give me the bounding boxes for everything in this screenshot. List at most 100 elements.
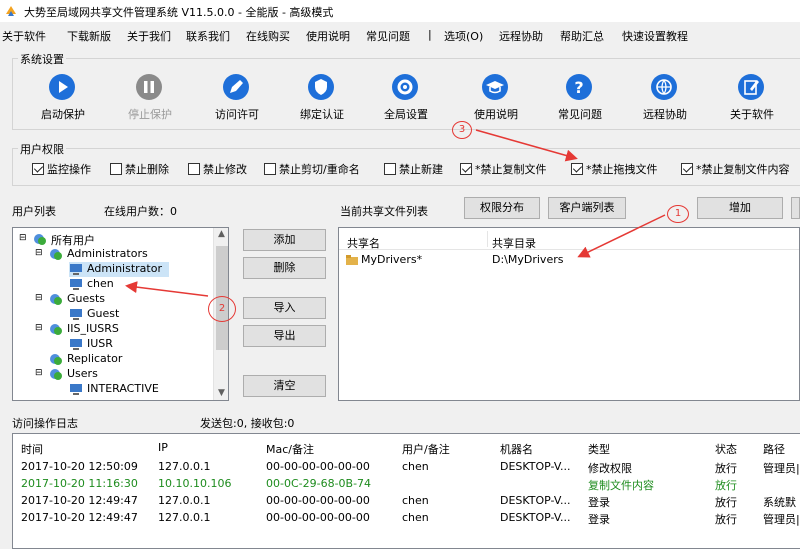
column-machine[interactable]: 机器名 xyxy=(500,441,533,457)
share-more-button[interactable] xyxy=(791,197,800,219)
menu-item-contact[interactable]: 联系我们 xyxy=(186,28,230,44)
menu-item-about-software[interactable]: 关于软件 xyxy=(2,28,46,44)
add-share-button[interactable]: 增加 xyxy=(697,197,783,219)
column-share-name[interactable]: 共享名 xyxy=(347,235,380,251)
tree-node-label: Replicator xyxy=(67,352,123,365)
clear-button[interactable]: 清空 xyxy=(243,375,326,397)
add-user-button[interactable]: 添加 xyxy=(243,229,326,251)
about-software-button[interactable]: 关于软件 xyxy=(712,70,792,126)
menu-item-options[interactable]: 选项(O) xyxy=(444,28,483,44)
checkbox-box[interactable] xyxy=(384,163,396,175)
user-icon xyxy=(70,309,82,320)
perm-no-create-checkbox[interactable]: 禁止新建 xyxy=(384,161,443,177)
checkbox-box[interactable] xyxy=(188,163,200,175)
tree-node-administrator[interactable]: Administrator xyxy=(69,262,169,277)
log-row[interactable]: 2017-10-20 12:50:09 127.0.0.1 00-00-00-00-… xyxy=(13,460,800,476)
annotation-badge-3: 3 xyxy=(452,121,472,139)
log-row[interactable]: 2017-10-20 12:49:47 127.0.0.1 00-00-00-00-… xyxy=(13,494,800,510)
perm-monitor-checkbox[interactable]: 监控操作 xyxy=(32,161,91,177)
column-mac[interactable]: Mac/备注 xyxy=(266,441,314,457)
scroll-down-icon[interactable]: ▼ xyxy=(218,388,225,398)
column-status[interactable]: 状态 xyxy=(715,441,737,457)
column-user[interactable]: 用户/备注 xyxy=(402,441,450,457)
stop-protection-button[interactable]: 停止保护 xyxy=(110,70,190,126)
client-list-button[interactable]: 客户端列表 xyxy=(548,197,626,219)
tree-node-label: Administrator xyxy=(87,262,162,275)
usage-guide-button[interactable]: 使用说明 xyxy=(456,70,536,126)
column-share-dir[interactable]: 共享目录 xyxy=(492,235,536,251)
tree-node-label: IIS_IUSRS xyxy=(67,322,119,335)
menu-item-manual[interactable]: 使用说明 xyxy=(306,28,350,44)
access-permit-button[interactable]: 访问许可 xyxy=(197,70,277,126)
access-log-table[interactable]: 时间 IP Mac/备注 用户/备注 机器名 类型 状态 路径 2017-10-… xyxy=(12,433,800,549)
column-type[interactable]: 类型 xyxy=(588,441,610,457)
tree-node-label: INTERACTIVE xyxy=(87,382,159,395)
share-dir: D:\MyDrivers xyxy=(492,253,564,266)
pen-icon xyxy=(223,74,249,100)
log-cell-mac: 00-00-00-00-00-00 xyxy=(266,494,370,507)
scroll-up-icon[interactable]: ▲ xyxy=(218,229,225,239)
expand-minus-icon[interactable]: ⊟ xyxy=(35,248,49,261)
log-row[interactable]: 2017-10-20 12:49:47 127.0.0.1 00-00-00-00-… xyxy=(13,511,800,527)
expand-minus-icon[interactable]: ⊟ xyxy=(19,233,33,246)
user-permissions-label: 用户权限 xyxy=(18,141,66,157)
user-group-icon xyxy=(50,294,62,305)
import-button[interactable]: 导入 xyxy=(243,297,326,319)
column-time[interactable]: 时间 xyxy=(21,441,43,457)
log-cell-mac: 00-0C-29-68-0B-74 xyxy=(266,477,372,490)
menu-item-remote-help[interactable]: 远程协助 xyxy=(499,28,543,44)
checkbox-box[interactable] xyxy=(264,163,276,175)
annotation-badge-1: 1 xyxy=(667,205,689,223)
expand-minus-icon[interactable]: ⊟ xyxy=(35,293,49,306)
checkbox-box[interactable] xyxy=(32,163,44,175)
menu-item-help-summary[interactable]: 帮助汇总 xyxy=(560,28,604,44)
share-row[interactable]: MyDrivers* D:\MyDrivers xyxy=(339,252,799,268)
export-button[interactable]: 导出 xyxy=(243,325,326,347)
window-title: 大势至局域网共享文件管理系统 V11.5.0.0 - 全能版 - 高级模式 xyxy=(24,6,334,19)
checkbox-box[interactable] xyxy=(681,163,693,175)
perm-no-modify-checkbox[interactable]: 禁止修改 xyxy=(188,161,247,177)
annotation-badge-2: 2 xyxy=(208,296,236,322)
log-cell-time: 2017-10-20 12:49:47 xyxy=(21,511,138,524)
expand-minus-icon[interactable]: ⊟ xyxy=(35,323,49,336)
perm-no-copy-content-checkbox[interactable]: *禁止复制文件内容 xyxy=(681,161,790,177)
start-protection-button[interactable]: 启动保护 xyxy=(23,70,103,126)
user-list-label: 用户列表 xyxy=(12,205,56,218)
column-ip[interactable]: IP xyxy=(158,441,168,454)
user-icon xyxy=(70,384,82,395)
bind-auth-label: 绑定认证 xyxy=(300,108,344,121)
faq-button[interactable]: ? 常见问题 xyxy=(540,70,620,126)
perm-no-delete-checkbox[interactable]: 禁止删除 xyxy=(110,161,169,177)
menu-item-about-us[interactable]: 关于我们 xyxy=(127,28,171,44)
permission-distribution-button[interactable]: 权限分布 xyxy=(464,197,540,219)
share-list[interactable]: 共享名 共享目录 MyDrivers* D:\MyDrivers xyxy=(338,227,800,401)
menu-item-faq[interactable]: 常见问题 xyxy=(366,28,410,44)
log-row[interactable]: 2017-10-20 11:16:30 10.10.10.106 00-0C-29-… xyxy=(13,477,800,493)
perm-no-cut-rename-checkbox[interactable]: 禁止剪切/重命名 xyxy=(264,161,360,177)
log-cell-type: 修改权限 xyxy=(588,462,632,475)
expand-minus-icon[interactable]: ⊟ xyxy=(35,368,49,381)
share-list-header: 共享名 共享目录 xyxy=(339,228,799,251)
log-cell-time: 2017-10-20 12:49:47 xyxy=(21,494,138,507)
log-cell-status: 放行 xyxy=(715,462,737,475)
menu-item-quick-setup[interactable]: 快速设置教程 xyxy=(622,28,688,44)
perm-no-drag-file-checkbox[interactable]: *禁止拖拽文件 xyxy=(571,161,658,177)
log-cell-user: chen xyxy=(402,494,429,507)
tree-node-label: chen xyxy=(87,277,114,290)
menu-item-buy[interactable]: 在线购买 xyxy=(246,28,290,44)
user-icon xyxy=(70,264,82,275)
checkbox-box[interactable] xyxy=(110,163,122,175)
bind-auth-button[interactable]: 绑定认证 xyxy=(282,70,362,126)
checkbox-box[interactable] xyxy=(460,163,472,175)
menu-item-download[interactable]: 下载新版 xyxy=(67,28,111,44)
user-tree[interactable]: ▲ ▼ ⊟ 所有用户 ⊟ Administrators Administrato… xyxy=(12,227,229,401)
remote-assist-button[interactable]: 远程协助 xyxy=(625,70,705,126)
column-path[interactable]: 路径 xyxy=(763,441,785,457)
checkbox-box[interactable] xyxy=(571,163,583,175)
log-cell-path: 管理员| xyxy=(763,513,800,526)
global-settings-button[interactable]: 全局设置 xyxy=(366,70,446,126)
perm-no-copy-file-checkbox[interactable]: *禁止复制文件 xyxy=(460,161,547,177)
user-group-icon xyxy=(34,234,46,245)
delete-user-button[interactable]: 删除 xyxy=(243,257,326,279)
log-cell-path: 系统默 xyxy=(763,496,796,509)
